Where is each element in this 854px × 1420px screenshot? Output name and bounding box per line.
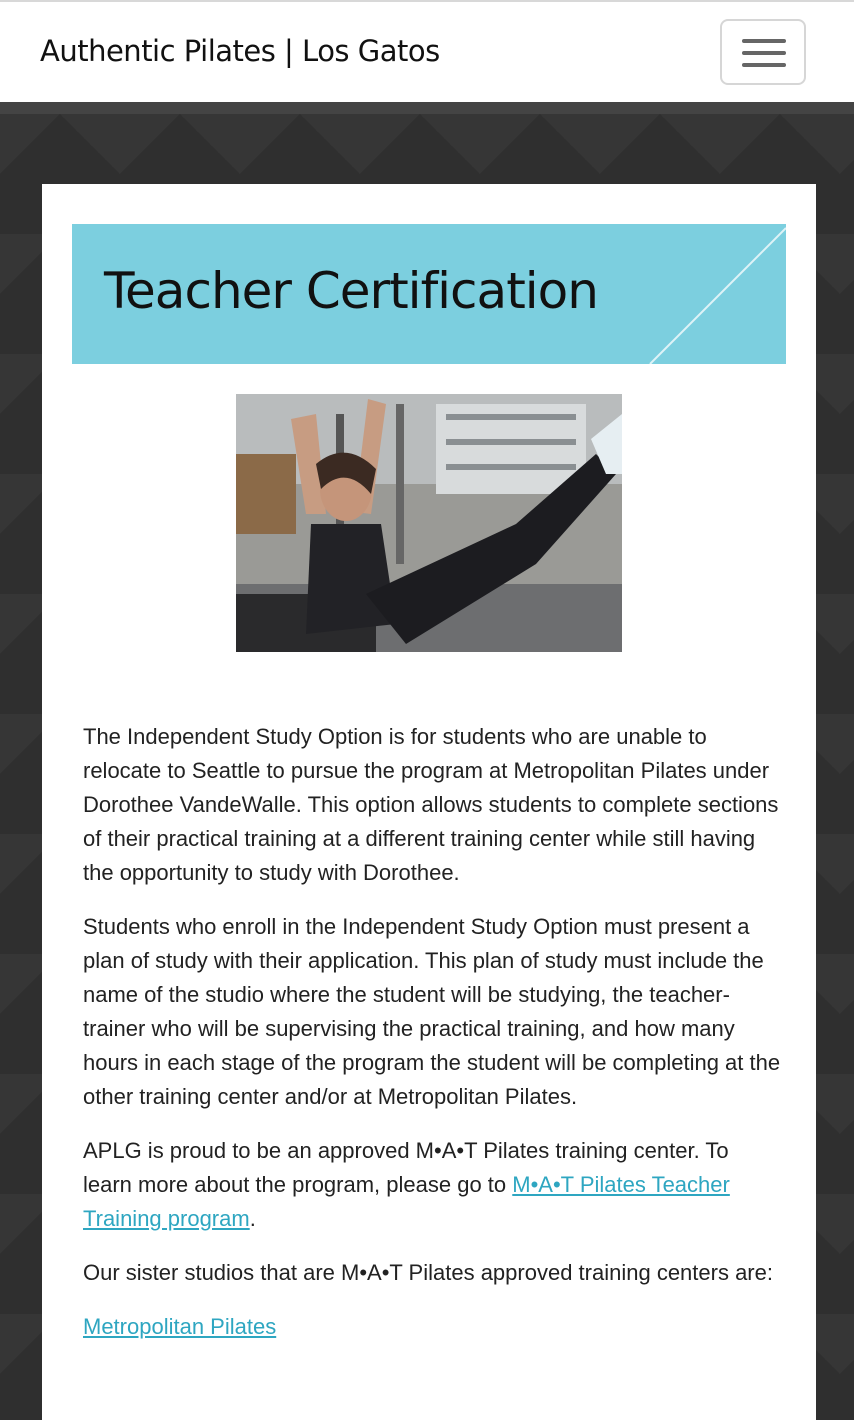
navbar-shadow <box>0 102 854 114</box>
hamburger-menu-icon <box>742 39 786 43</box>
page-title: Teacher Certification <box>104 262 599 320</box>
paragraph-plan-of-study: Students who enroll in the Independent S… <box>83 914 781 1109</box>
sister-studio-list: Metropolitan Pilates <box>83 1310 783 1344</box>
navbar: Authentic Pilates | Los Gatos <box>0 0 854 102</box>
paragraph-sister-studios: Our sister studios that are M•A•T Pilate… <box>83 1260 773 1285</box>
main-content: The Independent Study Option is for stud… <box>83 720 783 1364</box>
pilates-photo <box>236 394 622 652</box>
paragraph-independent-study: The Independent Study Option is for stud… <box>83 724 779 885</box>
metropolitan-pilates-link[interactable]: Metropolitan Pilates <box>83 1314 276 1339</box>
paragraph-mat-pilates: APLG is proud to be an approved M•A•T Pi… <box>83 1138 730 1231</box>
site-brand[interactable]: Authentic Pilates | Los Gatos <box>40 34 440 68</box>
menu-toggle-button[interactable] <box>720 19 806 85</box>
content-card: Teacher Certification The Independent St… <box>42 184 816 1420</box>
title-banner: Teacher Certification <box>72 224 786 364</box>
